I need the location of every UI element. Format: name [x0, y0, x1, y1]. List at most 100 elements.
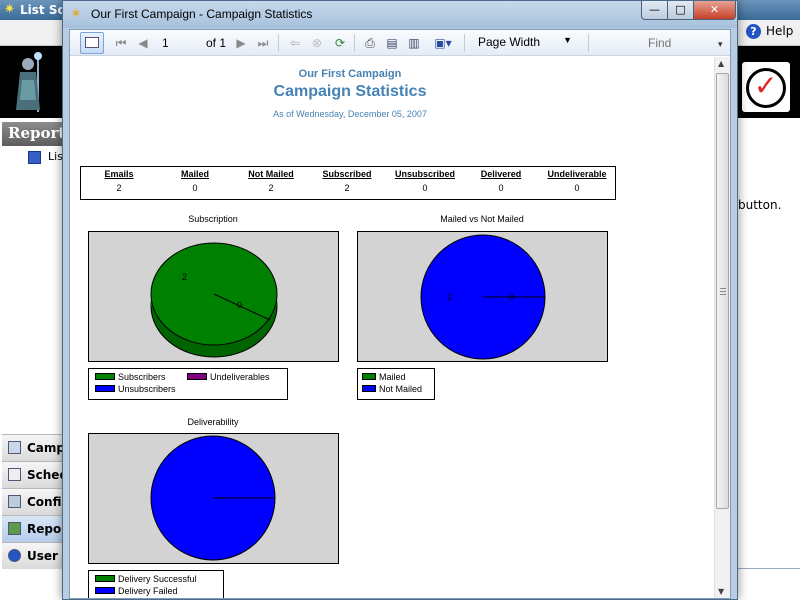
stat-value: 0 — [422, 183, 428, 193]
window-title: Our First Campaign - Campaign Statistics — [91, 7, 313, 21]
stat-label: Subscribed — [322, 169, 372, 179]
minimize-button[interactable]: — — [641, 1, 668, 20]
app-star-icon: ✷ — [4, 2, 15, 17]
chart-title-mailed: Mailed vs Not Mailed — [440, 214, 524, 224]
vertical-scrollbar[interactable]: ▲ ▼ — [714, 57, 730, 598]
legend-subscription: Subscribers Undeliverables Unsubscribers — [88, 368, 288, 400]
toolbar-separator — [588, 34, 589, 52]
report-title: Campaign Statistics — [273, 83, 427, 100]
legend-label: Subscribers — [118, 372, 166, 382]
scroll-grip-icon — [720, 288, 726, 295]
scroll-down-icon[interactable]: ▼ — [718, 587, 724, 596]
legend-swatch — [95, 575, 115, 582]
right-panel — [736, 120, 800, 600]
stat-subscribed: Subscribed 2 — [315, 169, 379, 193]
reports-icon — [8, 522, 21, 535]
legend-item: Undeliverables — [187, 372, 270, 382]
help-label: Help — [766, 24, 794, 38]
page-setup-icon[interactable]: ▥ — [406, 34, 422, 52]
nav-item-reports[interactable]: Repor — [2, 515, 70, 542]
nav-item-configuration[interactable]: Config — [2, 488, 70, 515]
pie-data-label: 0 — [237, 300, 242, 310]
nav-item-campaigns[interactable]: Campa — [2, 434, 70, 461]
pie-chart-subscription: 2 0 — [150, 242, 278, 358]
stat-label: Unsubscribed — [394, 169, 455, 179]
legend-deliverability: Delivery Successful Delivery Failed — [88, 570, 224, 598]
toolbar-overflow-icon[interactable]: ▾ — [718, 40, 723, 50]
first-page-icon[interactable]: ⏮ — [114, 34, 128, 52]
tree-item-list[interactable]: List — [14, 150, 67, 164]
stat-label: Mailed — [180, 169, 209, 179]
print-icon[interactable]: ⎙ — [362, 34, 378, 52]
close-button[interactable]: ✕ — [693, 1, 736, 20]
can-spam-badge-icon: ✓ — [742, 62, 790, 112]
chart-subscription: 2 0 — [88, 231, 339, 362]
page-number-input[interactable] — [162, 34, 200, 52]
scroll-thumb[interactable] — [716, 73, 729, 509]
legend-swatch — [362, 373, 376, 380]
help-button[interactable]: ? Help — [746, 24, 793, 39]
stop-icon[interactable]: ⊗ — [310, 34, 324, 52]
legend-item: Unsubscribers — [95, 384, 176, 394]
find-input[interactable] — [648, 34, 708, 52]
document-map-icon — [85, 37, 99, 48]
legend-label: Undeliverables — [210, 372, 270, 382]
report-campaign-name: Our First Campaign — [298, 68, 402, 80]
stat-label: Not Mailed — [248, 169, 294, 179]
info-icon — [8, 549, 21, 562]
legend-swatch — [95, 385, 115, 392]
maximize-button[interactable]: □ — [667, 1, 694, 20]
stat-value: 0 — [192, 183, 198, 193]
nav-item-user[interactable]: User F — [2, 542, 70, 569]
campaign-icon — [8, 441, 21, 454]
legend-swatch — [95, 373, 115, 380]
schedule-icon — [8, 468, 21, 481]
legend-swatch — [95, 587, 115, 594]
pie-chart-deliverability — [150, 435, 276, 561]
report-page: Our First Campaign Campaign Statistics A… — [70, 57, 714, 598]
stat-label: Undeliverable — [547, 169, 607, 179]
nav-item-schedule[interactable]: Sched — [2, 461, 70, 488]
refresh-icon[interactable]: ⟳ — [332, 34, 348, 52]
stat-value: 2 — [344, 183, 350, 193]
toolbar-separator — [464, 34, 465, 52]
stat-emails: Emails 2 — [91, 169, 147, 193]
wizard-logo-icon — [16, 52, 42, 112]
pie-data-label: 0 — [509, 292, 514, 302]
wand-icon: ✶ — [70, 6, 82, 22]
zoom-select[interactable]: Page Width ▼ — [472, 35, 578, 53]
stat-unsubscribed: Unsubscribed 0 — [387, 169, 463, 193]
legend-mailed: Mailed Not Mailed — [357, 368, 435, 400]
window-titlebar[interactable]: ✶ Our First Campaign - Campaign Statisti… — [63, 1, 737, 28]
report-viewer: ⏮ ◀ of 1 ▶ ⏭ ⇦ ⊗ ⟳ ⎙ ▤ ▥ ▣▾ Page Width ▼… — [69, 29, 731, 599]
chart-mailed: 2 0 — [357, 231, 608, 362]
stat-delivered: Delivered 0 — [471, 169, 531, 193]
toolbar-separator — [278, 34, 279, 52]
stat-value: 0 — [498, 183, 504, 193]
report-toolbar: ⏮ ◀ of 1 ▶ ⏭ ⇦ ⊗ ⟳ ⎙ ▤ ▥ ▣▾ Page Width ▼… — [70, 30, 730, 56]
page-count: of 1 — [206, 36, 227, 50]
legend-item: Not Mailed — [362, 384, 422, 394]
previous-page-icon[interactable]: ◀ — [136, 34, 150, 52]
navigation-list: Campa Sched Config Repor User F — [2, 434, 70, 569]
legend-label: Delivery Successful — [118, 574, 197, 584]
print-layout-icon[interactable]: ▤ — [384, 34, 400, 52]
stat-not-mailed: Not Mailed 2 — [237, 169, 305, 193]
legend-item: Delivery Successful — [95, 574, 197, 584]
last-page-icon[interactable]: ⏭ — [256, 34, 270, 52]
export-save-icon[interactable]: ▣▾ — [430, 34, 456, 52]
chart-deliverability — [88, 433, 339, 564]
dropdown-arrow-icon: ▼ — [563, 35, 572, 45]
stat-undeliverable: Undeliverable 0 — [539, 169, 615, 193]
stat-mailed: Mailed 0 — [167, 169, 223, 193]
scroll-up-icon[interactable]: ▲ — [718, 59, 724, 68]
legend-item: Delivery Failed — [95, 586, 178, 596]
next-page-icon[interactable]: ▶ — [234, 34, 248, 52]
pie-data-label: 2 — [447, 292, 452, 302]
document-map-button[interactable] — [80, 32, 104, 54]
configuration-icon — [8, 495, 21, 508]
background-text-fragment: button. — [738, 198, 782, 212]
pie-data-label: 2 — [182, 272, 187, 282]
back-icon[interactable]: ⇦ — [288, 34, 302, 52]
chart-title-subscription: Subscription — [188, 214, 238, 224]
